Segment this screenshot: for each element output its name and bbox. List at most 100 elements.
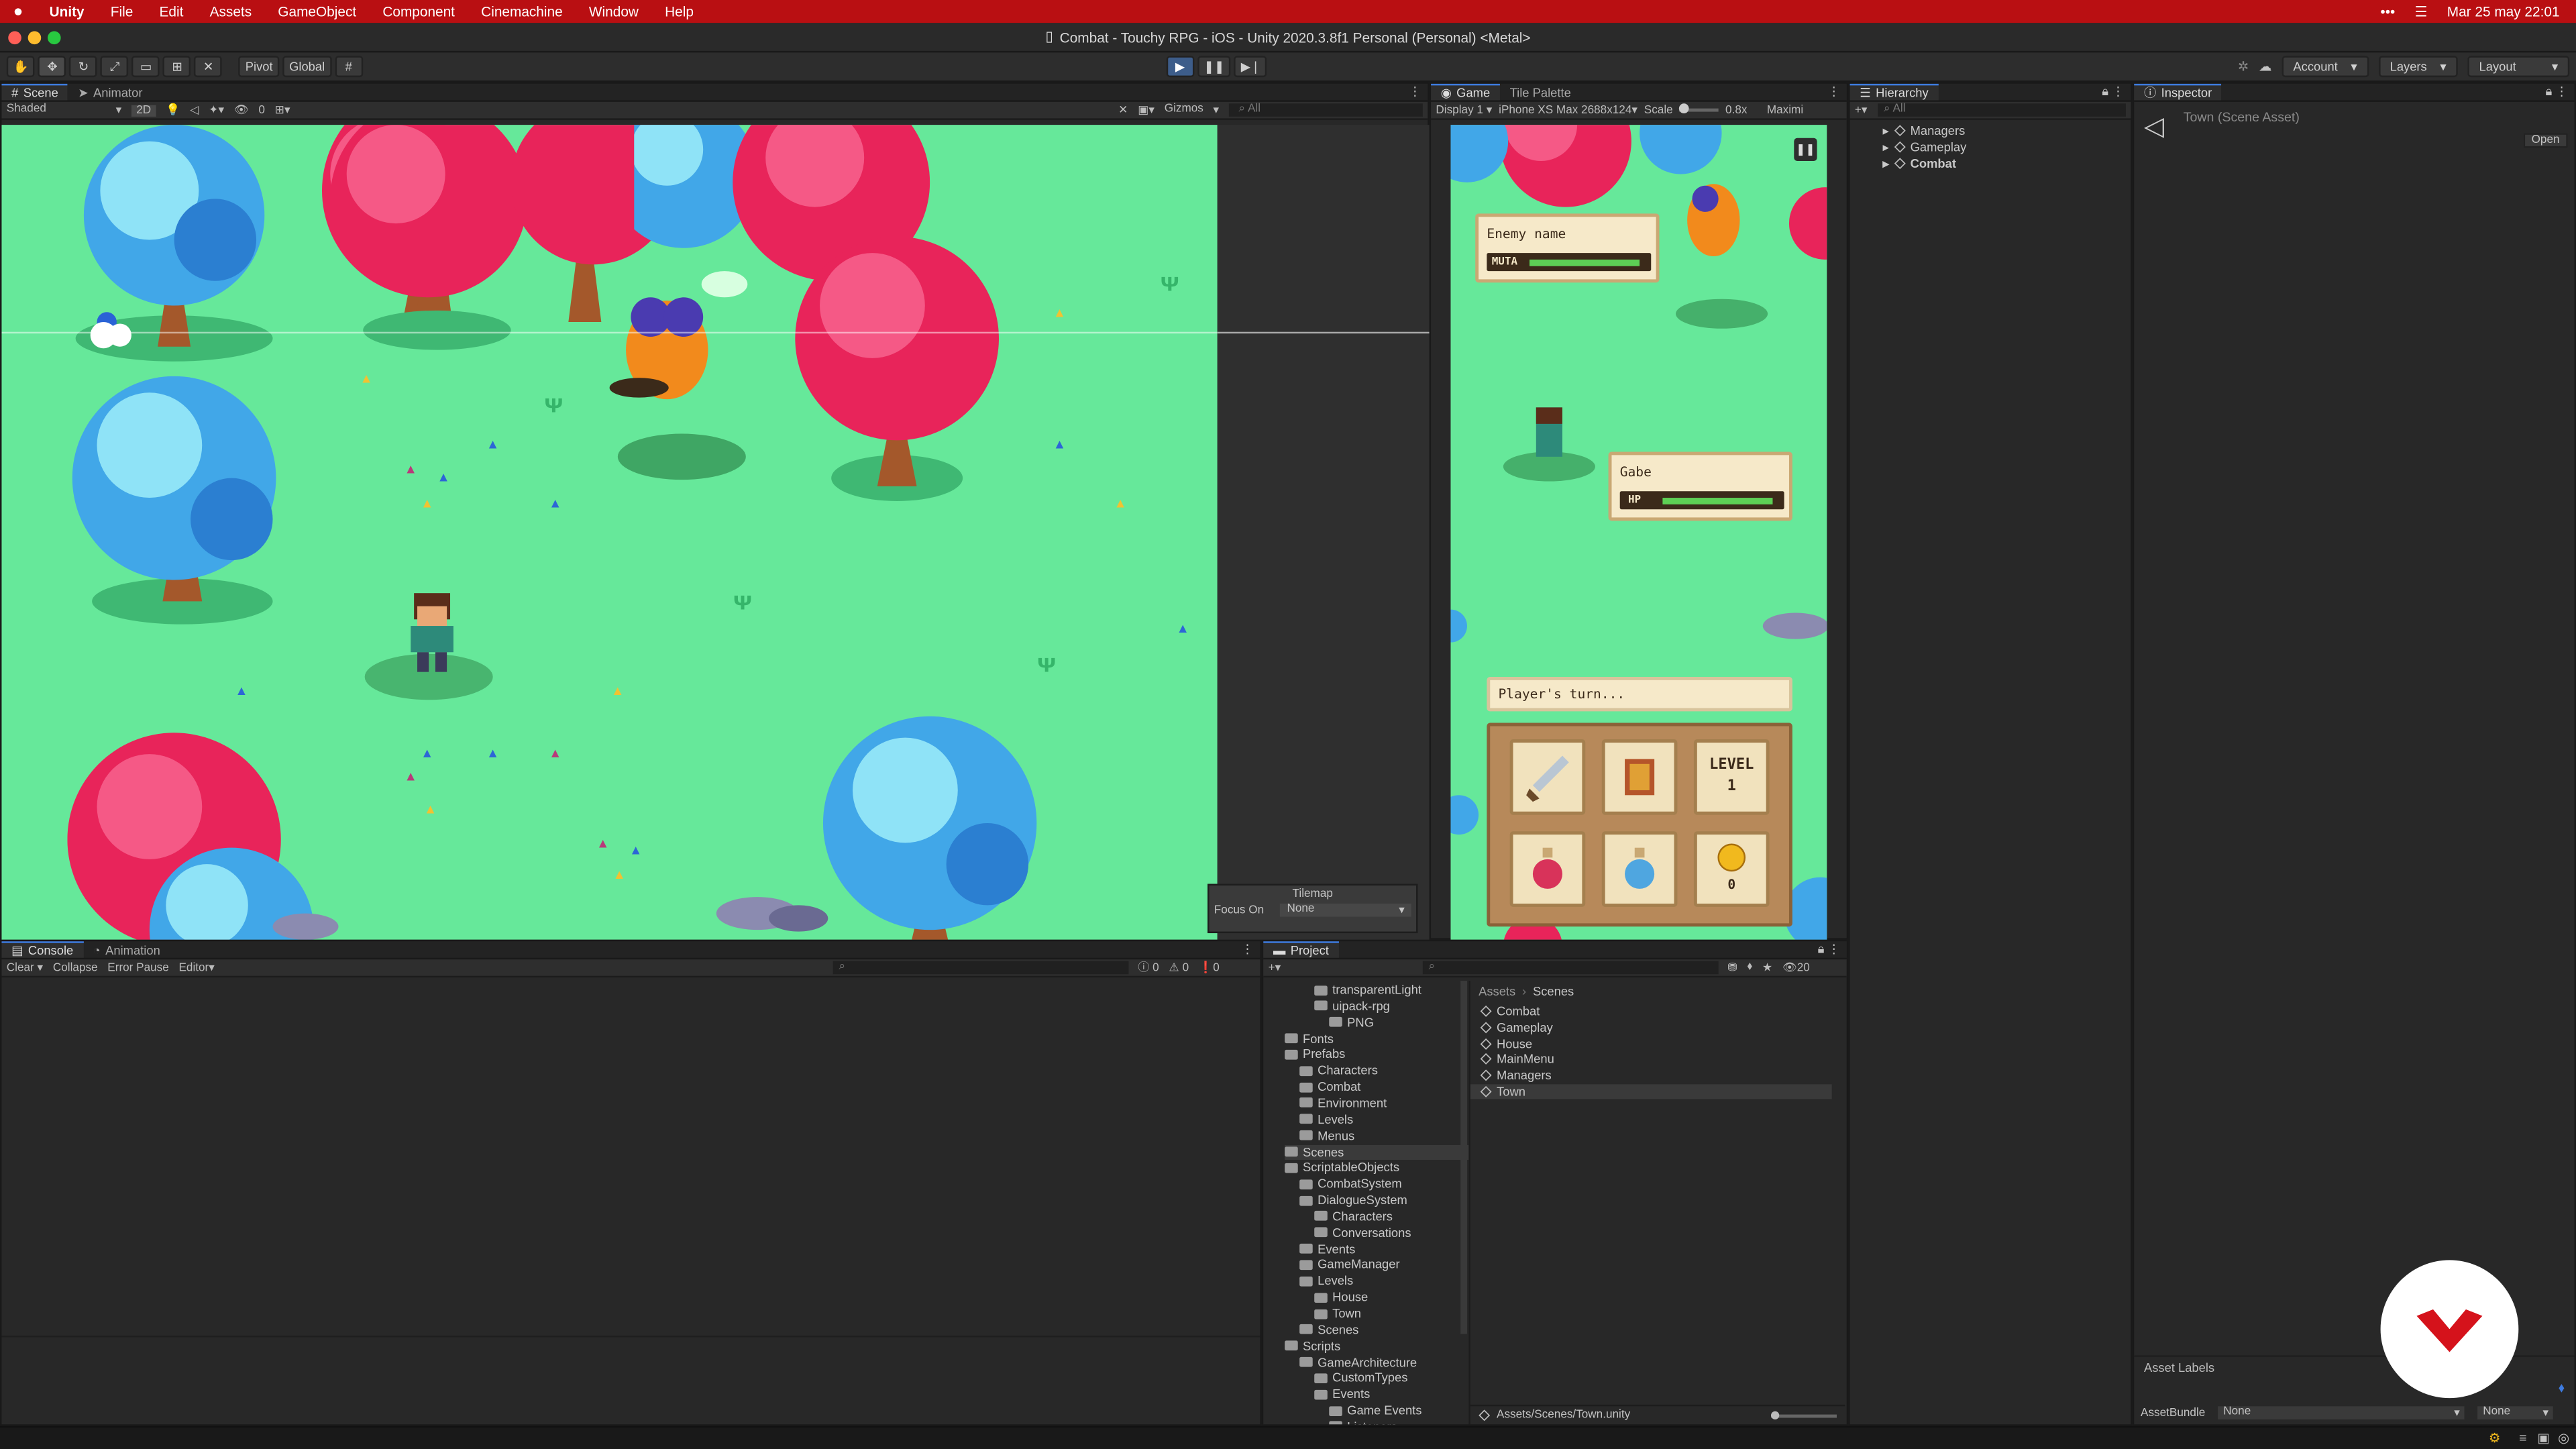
expand-arrow-icon[interactable]: ▸ bbox=[1883, 140, 1889, 154]
expand-arrow-icon[interactable]: ▸ bbox=[1883, 123, 1889, 138]
project-folder-item[interactable]: Town bbox=[1314, 1306, 1361, 1321]
editor-dropdown[interactable]: Editor▾ bbox=[178, 961, 214, 974]
project-folder-item[interactable]: Game Events bbox=[1329, 1403, 1421, 1418]
datetime[interactable]: Mar 25 may 22:01 bbox=[2447, 3, 2560, 19]
tab-inspector[interactable]: ⓘ Inspector bbox=[2134, 83, 2222, 101]
menu-component[interactable]: Component bbox=[370, 3, 468, 19]
project-folder-item[interactable]: Listeners bbox=[1329, 1419, 1397, 1425]
tab-scene[interactable]: # Scene bbox=[1, 83, 68, 101]
project-folder-item[interactable]: GameArchitecture bbox=[1299, 1354, 1417, 1369]
layout-dropdown[interactable]: Layout ▾ bbox=[2467, 56, 2570, 78]
pause-game-button[interactable]: ❚❚ bbox=[1794, 138, 1817, 162]
project-folder-item[interactable]: Events bbox=[1314, 1387, 1370, 1402]
clear-button[interactable]: Clear ▾ bbox=[7, 961, 43, 974]
menu-unity[interactable]: Unity bbox=[36, 3, 97, 19]
open-button[interactable]: Open bbox=[2523, 133, 2568, 148]
scene-search-input[interactable]: ⌕ All bbox=[1228, 103, 1423, 117]
project-file-item[interactable]: Combat bbox=[1480, 1004, 1540, 1018]
project-folder-item[interactable]: Combat bbox=[1299, 1079, 1360, 1094]
tab-animator[interactable]: ➤ Animator bbox=[68, 84, 153, 100]
project-folder-item[interactable]: CombatSystem bbox=[1299, 1177, 1402, 1191]
effects-icon[interactable]: ✦▾ bbox=[209, 103, 224, 117]
hand-tool-icon[interactable]: ✋ bbox=[6, 56, 36, 78]
project-search-input[interactable]: ⌕ bbox=[1421, 961, 1718, 975]
panel-menu-icon[interactable]: ⋮ bbox=[1828, 84, 1847, 100]
collapse-button[interactable]: Collapse bbox=[53, 962, 98, 973]
expand-arrow-icon[interactable]: ▸ bbox=[1883, 156, 1889, 171]
lock-icon[interactable]: 🔒︎ ⋮ bbox=[2102, 84, 2131, 100]
error-pause-button[interactable]: Error Pause bbox=[107, 962, 168, 973]
error-count-toggle[interactable]: ❗0 bbox=[1199, 961, 1220, 974]
project-file-item[interactable]: MainMenu bbox=[1480, 1052, 1554, 1067]
tab-animation[interactable]: ◔ Animation bbox=[83, 941, 170, 957]
variant-dropdown[interactable]: None ▾ bbox=[2477, 1406, 2554, 1419]
project-file-item[interactable]: Gameplay bbox=[1480, 1020, 1553, 1034]
global-toggle[interactable]: Global bbox=[282, 56, 332, 78]
mana-potion-button[interactable] bbox=[1601, 831, 1678, 907]
audio-icon[interactable]: ◁ bbox=[190, 103, 199, 117]
move-tool-icon[interactable]: ✥ bbox=[38, 56, 66, 78]
create-button[interactable]: +▾ bbox=[1269, 961, 1281, 974]
more-icon[interactable]: ••• bbox=[2380, 3, 2395, 19]
grid-icon[interactable]: ⊞▾ bbox=[275, 103, 290, 117]
project-folder-item[interactable]: Levels bbox=[1299, 1274, 1353, 1289]
control-center-icon[interactable]: ☰ bbox=[2415, 3, 2428, 21]
breadcrumb-scenes[interactable]: Scenes bbox=[1533, 984, 1574, 999]
project-folder-item[interactable]: Environment bbox=[1299, 1095, 1387, 1110]
breadcrumb-assets[interactable]: Assets bbox=[1479, 984, 1515, 999]
attack-button[interactable] bbox=[1509, 739, 1586, 815]
game-viewport[interactable]: ❚❚ Enemy name MUTA Gabe HP Player's turn… bbox=[1450, 125, 1827, 940]
scene-viewport[interactable]: ▲ ▲ ▲ ▲ ▲ ▲ ▲ ▲ ▲ ▲ ▲ ▲ ▲ ▲ ▲ ▲ ▲ ▲ ▲ ▲ … bbox=[1, 125, 1218, 940]
menu-gameobject[interactable]: GameObject bbox=[265, 3, 370, 19]
tag-icon[interactable]: ⬧ bbox=[2559, 1380, 2565, 1396]
menu-assets[interactable]: Assets bbox=[197, 3, 265, 19]
favorite-icon[interactable]: ★ bbox=[1762, 961, 1772, 974]
display-dropdown[interactable]: Display 1 ▾ bbox=[1436, 103, 1492, 117]
lighting-icon[interactable]: 💡 bbox=[166, 103, 180, 117]
grid-snap-icon[interactable]: # bbox=[334, 56, 363, 78]
auto-generate-icon[interactable]: ◎ bbox=[2558, 1431, 2569, 1446]
warning-count-toggle[interactable]: ⚠ 0 bbox=[1169, 961, 1189, 974]
play-button[interactable]: ▶ bbox=[1166, 56, 1194, 78]
menu-cinemachine[interactable]: Cinemachine bbox=[468, 3, 576, 19]
project-folder-item[interactable]: uipack-rpg bbox=[1314, 999, 1390, 1014]
menu-edit[interactable]: Edit bbox=[146, 3, 197, 19]
tab-tile-palette[interactable]: Tile Palette bbox=[1500, 84, 1581, 100]
tools-icon[interactable]: ✕ bbox=[1118, 103, 1128, 117]
project-folder-item[interactable]: Scenes bbox=[1285, 1144, 1469, 1159]
panel-menu-icon[interactable]: ⋮ bbox=[1409, 84, 1428, 100]
camera-icon[interactable]: ▣▾ bbox=[1138, 103, 1155, 117]
apple-icon[interactable]: ● bbox=[0, 3, 36, 21]
lock-icon[interactable]: 🔒︎ ⋮ bbox=[2546, 84, 2575, 100]
mode-2d-toggle[interactable]: 2D bbox=[131, 104, 156, 116]
hierarchy-item-managers[interactable]: ▸ Managers bbox=[1883, 123, 1966, 138]
project-file-item[interactable]: House bbox=[1480, 1036, 1532, 1051]
project-folder-item[interactable]: DialogueSystem bbox=[1299, 1193, 1407, 1208]
gizmos-dropdown[interactable]: Gizmos ▾ bbox=[1165, 103, 1219, 117]
project-folder-item[interactable]: Scripts bbox=[1285, 1338, 1340, 1353]
project-folder-item[interactable]: Fonts bbox=[1285, 1031, 1334, 1046]
scale-slider[interactable] bbox=[1679, 103, 1719, 113]
project-folder-item[interactable]: Prefabs bbox=[1285, 1047, 1345, 1062]
menu-help[interactable]: Help bbox=[652, 3, 707, 19]
debug-icon[interactable]: ▣ bbox=[2537, 1431, 2550, 1446]
tree-scrollbar[interactable] bbox=[1460, 981, 1467, 1334]
hierarchy-item-combat[interactable]: ▸ Combat bbox=[1883, 156, 1956, 171]
maximize-toggle[interactable]: Maximi bbox=[1767, 105, 1803, 116]
project-folder-item[interactable]: Scenes bbox=[1299, 1322, 1358, 1337]
project-file-item[interactable]: Managers bbox=[1480, 1068, 1552, 1083]
hierarchy-item-gameplay[interactable]: ▸ Gameplay bbox=[1883, 140, 1967, 154]
assetbundle-dropdown[interactable]: None ▾ bbox=[2218, 1406, 2465, 1419]
cache-icon[interactable]: ≡ bbox=[2519, 1431, 2526, 1446]
cloud-gizmo-icon[interactable] bbox=[87, 306, 136, 355]
project-folder-item[interactable]: Conversations bbox=[1314, 1225, 1411, 1240]
log-count-toggle[interactable]: ⓘ 0 bbox=[1138, 959, 1159, 975]
console-search-input[interactable]: ⌕ bbox=[832, 961, 1128, 975]
panel-menu-icon[interactable]: ⋮ bbox=[1241, 941, 1260, 957]
menu-window[interactable]: Window bbox=[576, 3, 651, 19]
tab-hierarchy[interactable]: ☰ Hierarchy bbox=[1849, 83, 1939, 101]
rect-tool-icon[interactable]: ▭ bbox=[131, 56, 160, 78]
health-potion-button[interactable] bbox=[1509, 831, 1586, 907]
filter-label-icon[interactable]: ⬧ bbox=[1747, 961, 1752, 975]
hidden-objects-icon[interactable]: 👁 bbox=[234, 103, 249, 117]
